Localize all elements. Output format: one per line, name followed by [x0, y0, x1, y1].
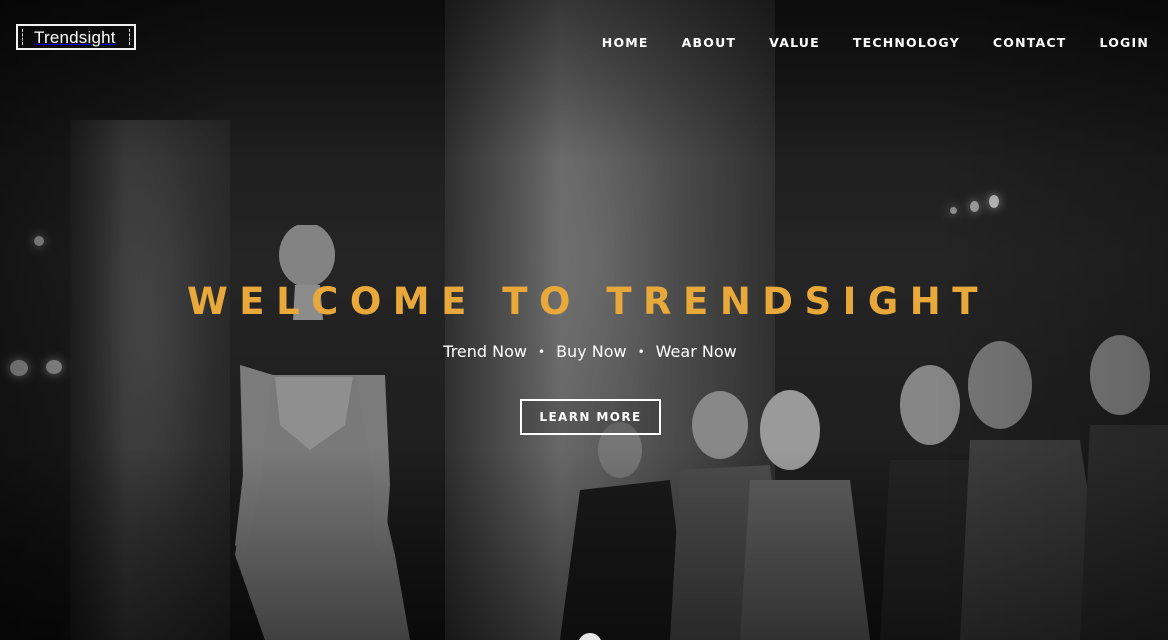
nav-item-technology[interactable]: TECHNOLOGY: [853, 35, 960, 51]
tagline-wear-now: Wear Now: [655, 342, 737, 361]
hero-tagline: Trend Now • Buy Now • Wear Now: [0, 342, 1168, 362]
tagline-separator: •: [637, 345, 645, 359]
tagline-buy-now: Buy Now: [556, 342, 627, 361]
nav-item-contact[interactable]: CONTACT: [993, 35, 1067, 51]
main-navigation: HOME ABOUT VALUE TECHNOLOGY CONTACT LOGI…: [569, 35, 1149, 51]
nav-item-value[interactable]: VALUE: [769, 35, 820, 51]
tagline-trend-now: Trend Now: [443, 342, 527, 361]
nav-item-login[interactable]: LOGIN: [1099, 35, 1149, 51]
logo-frame-left: [22, 29, 23, 45]
logo-frame-right: [129, 29, 130, 45]
nav-item-home[interactable]: HOME: [602, 35, 649, 51]
tagline-separator: •: [538, 345, 546, 359]
logo-link[interactable]: Trendsight: [16, 24, 136, 50]
nav-item-about[interactable]: ABOUT: [682, 35, 737, 51]
learn-more-button[interactable]: LEARN MORE: [520, 399, 661, 435]
hero-headline: WELCOME TO TRENDSIGHT: [187, 280, 989, 323]
logo-text: Trendsight: [34, 27, 116, 47]
hero-section: Trendsight HOME ABOUT VALUE TECHNOLOGY C…: [0, 0, 1168, 640]
